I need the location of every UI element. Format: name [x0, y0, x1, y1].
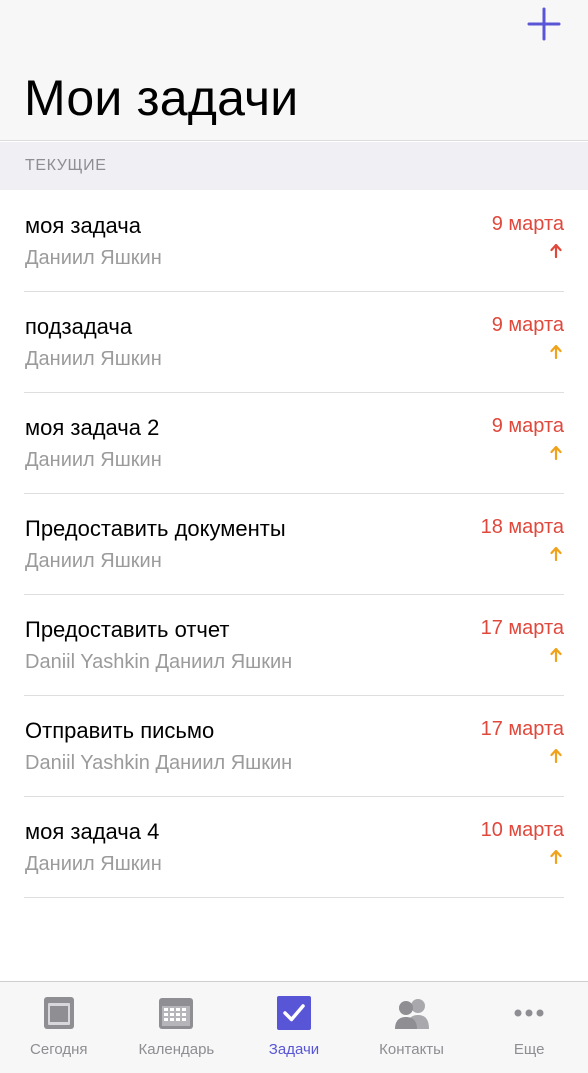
task-due-date: 9 марта — [491, 314, 564, 336]
add-task-button[interactable] — [526, 6, 562, 42]
task-due-date: 10 марта — [480, 819, 564, 841]
priority-medium-arrow-icon — [549, 850, 563, 864]
tab-label: Контакты — [379, 1041, 444, 1058]
page-title: Мои задачи — [24, 70, 299, 126]
task-list: моя задача Даниил Яшкин 9 марта подзадач… — [0, 191, 588, 898]
task-title: Отправить письмо — [25, 718, 215, 743]
task-title: моя задача 2 — [25, 415, 160, 440]
contacts-icon — [394, 995, 430, 1031]
section-header-current: ТЕКУЩИЕ — [0, 142, 588, 190]
task-title: Предоставить отчет — [25, 617, 230, 642]
task-due-date: 9 марта — [491, 213, 564, 235]
task-assignee: Даниил Яшкин — [25, 853, 162, 875]
today-icon — [41, 995, 77, 1031]
task-assignee: Даниил Яшкин — [25, 348, 162, 370]
priority-medium-arrow-icon — [549, 345, 563, 359]
priority-medium-arrow-icon — [549, 446, 563, 460]
task-due-date: 18 марта — [480, 516, 564, 538]
task-row[interactable]: Отправить письмо Daniil Yashkin Даниил Я… — [0, 696, 588, 797]
task-title: моя задача 4 — [25, 819, 160, 844]
priority-high-arrow-icon — [549, 244, 563, 258]
task-row[interactable]: моя задача 2 Даниил Яшкин 9 марта — [0, 393, 588, 494]
tab-label: Задачи — [268, 1041, 320, 1058]
task-title: моя задача — [25, 213, 141, 238]
task-due-date: 9 марта — [491, 415, 564, 437]
tab-more[interactable]: Еще — [470, 982, 588, 1073]
priority-medium-arrow-icon — [549, 749, 563, 763]
task-assignee: Даниил Яшкин — [25, 550, 162, 572]
plus-icon — [527, 7, 561, 41]
tab-contacts[interactable]: Контакты — [353, 982, 471, 1073]
tab-tasks[interactable]: Задачи — [235, 982, 353, 1073]
tasks-checkbox-icon — [276, 995, 312, 1031]
more-icon — [511, 995, 547, 1031]
task-title: подзадача — [25, 314, 133, 339]
task-title: Предоставить документы — [25, 516, 286, 541]
task-assignee: Daniil Yashkin Даниил Яшкин — [25, 651, 293, 673]
tab-label: Еще — [513, 1041, 545, 1058]
task-row[interactable]: моя задача 4 Даниил Яшкин 10 марта — [0, 797, 588, 898]
tab-today[interactable]: Сегодня — [0, 982, 118, 1073]
tab-calendar[interactable]: Календарь — [118, 982, 236, 1073]
tab-bar: Сегодня Календарь Задачи Контакты Еще — [0, 981, 588, 1073]
task-row[interactable]: моя задача Даниил Яшкин 9 марта — [0, 191, 588, 292]
task-row[interactable]: Предоставить документы Даниил Яшкин 18 м… — [0, 494, 588, 595]
task-row[interactable]: Предоставить отчет Daniil Yashkin Даниил… — [0, 595, 588, 696]
navigation-header: Мои задачи — [0, 0, 588, 141]
task-assignee: Даниил Яшкин — [25, 449, 162, 471]
task-assignee: Даниил Яшкин — [25, 247, 162, 269]
task-due-date: 17 марта — [480, 718, 564, 740]
task-assignee: Daniil Yashkin Даниил Яшкин — [25, 752, 293, 774]
task-due-date: 17 марта — [480, 617, 564, 639]
tab-label: Календарь — [138, 1041, 215, 1058]
task-row[interactable]: подзадача Даниил Яшкин 9 марта — [0, 292, 588, 393]
priority-medium-arrow-icon — [549, 547, 563, 561]
calendar-icon — [158, 995, 194, 1031]
tab-label: Сегодня — [30, 1041, 88, 1058]
priority-medium-arrow-icon — [549, 648, 563, 662]
